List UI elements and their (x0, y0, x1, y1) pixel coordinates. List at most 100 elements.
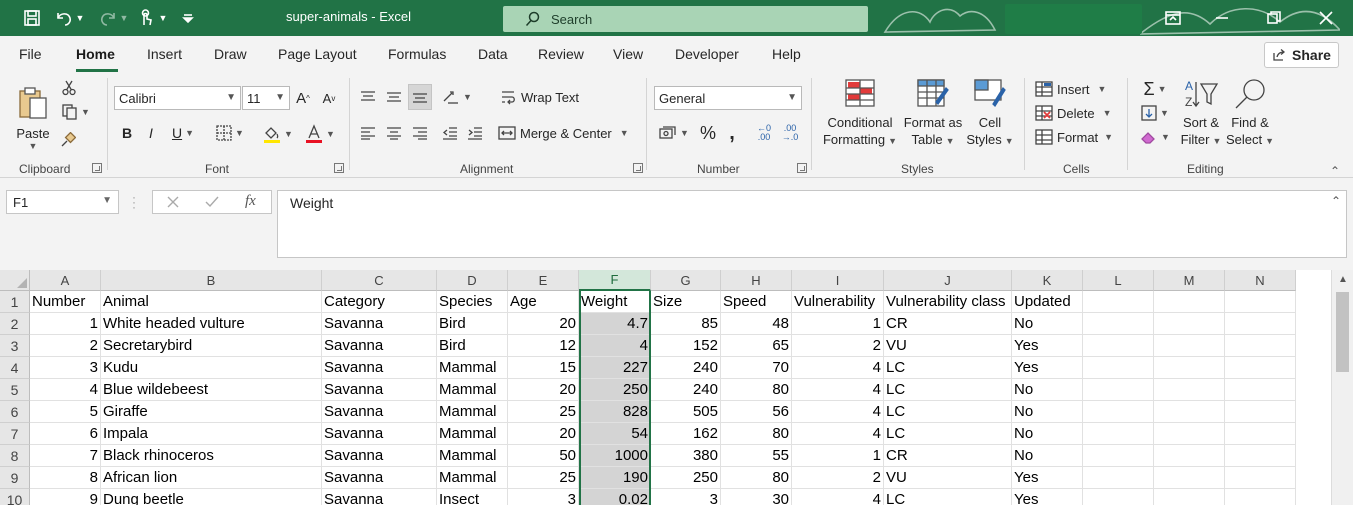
data-cell[interactable]: Yes (1012, 467, 1083, 489)
column-header-c[interactable]: C (322, 270, 437, 291)
empty-cell[interactable] (1083, 357, 1154, 379)
header-cell[interactable]: Species (437, 291, 508, 313)
data-cell[interactable]: 55 (721, 445, 792, 467)
empty-cell[interactable] (1154, 489, 1225, 505)
empty-cell[interactable] (1225, 379, 1296, 401)
data-cell[interactable]: 48 (721, 313, 792, 335)
data-cell[interactable]: No (1012, 313, 1083, 335)
clear-button[interactable]: ▼ (1137, 126, 1173, 148)
data-cell[interactable]: Mammal (437, 379, 508, 401)
data-cell[interactable]: LC (884, 357, 1012, 379)
column-header-a[interactable]: A (30, 270, 101, 291)
data-cell[interactable]: 80 (721, 467, 792, 489)
empty-cell[interactable] (1154, 467, 1225, 489)
empty-cell[interactable] (1083, 445, 1154, 467)
data-cell[interactable]: 15 (508, 357, 579, 379)
tab-view[interactable]: View (613, 46, 643, 62)
number-format-select[interactable]: General ▼ (654, 86, 802, 110)
data-cell[interactable]: 4 (30, 379, 101, 401)
column-header-i[interactable]: I (792, 270, 884, 291)
data-cell[interactable]: 65 (721, 335, 792, 357)
data-cell[interactable]: No (1012, 401, 1083, 423)
data-cell[interactable]: 4 (792, 423, 884, 445)
delete-cells-button[interactable]: Delete ▼ (1035, 102, 1115, 124)
empty-cell[interactable] (1083, 489, 1154, 505)
empty-cell[interactable] (1083, 291, 1154, 313)
fill-color-button[interactable]: ▼ (258, 122, 298, 146)
row-header-2[interactable]: 2 (0, 313, 30, 335)
row-header-10[interactable]: 10 (0, 489, 30, 505)
cut-icon[interactable] (60, 78, 78, 98)
data-cell[interactable]: 85 (651, 313, 721, 335)
empty-cell[interactable] (1083, 379, 1154, 401)
data-cell[interactable]: 70 (721, 357, 792, 379)
align-right-icon[interactable] (410, 122, 430, 144)
select-all-corner[interactable] (0, 270, 30, 291)
tab-insert[interactable]: Insert (147, 46, 182, 62)
data-cell[interactable]: 25 (508, 401, 579, 423)
data-cell[interactable]: Secretarybird (101, 335, 322, 357)
data-cell[interactable]: Savanna (322, 357, 437, 379)
minimize-icon[interactable] (1210, 6, 1234, 30)
data-cell[interactable]: Savanna (322, 379, 437, 401)
data-cell[interactable]: 2 (30, 335, 101, 357)
data-cell[interactable]: 12 (508, 335, 579, 357)
collapse-ribbon-icon[interactable]: ⌃ (1330, 164, 1340, 178)
format-cells-button[interactable]: Format ▼ (1035, 126, 1115, 148)
data-cell[interactable]: Savanna (322, 313, 437, 335)
empty-cell[interactable] (1083, 423, 1154, 445)
column-header-m[interactable]: M (1154, 270, 1225, 291)
data-cell[interactable]: Mammal (437, 357, 508, 379)
data-cell[interactable]: 162 (651, 423, 721, 445)
conditional-formatting-button[interactable]: Conditional Formatting ▼ (820, 78, 900, 158)
percent-style-button[interactable]: % (698, 122, 718, 144)
data-cell[interactable]: 50 (508, 445, 579, 467)
data-cell[interactable]: Bird (437, 313, 508, 335)
fill-button[interactable]: ▼ (1137, 102, 1173, 124)
header-cell[interactable]: Speed (721, 291, 792, 313)
data-cell[interactable]: VU (884, 467, 1012, 489)
insert-function-icon[interactable]: fx (245, 193, 256, 210)
data-cell[interactable]: No (1012, 379, 1083, 401)
empty-cell[interactable] (1225, 291, 1296, 313)
data-cell[interactable]: Giraffe (101, 401, 322, 423)
data-cell[interactable]: No (1012, 445, 1083, 467)
header-cell[interactable]: Number (30, 291, 101, 313)
data-cell[interactable]: 152 (651, 335, 721, 357)
bottom-align-icon[interactable] (408, 84, 432, 110)
column-header-k[interactable]: K (1012, 270, 1083, 291)
tab-formulas[interactable]: Formulas (388, 46, 446, 62)
data-cell[interactable]: VU (884, 335, 1012, 357)
data-cell[interactable]: 0.02 (579, 489, 651, 505)
wrap-text-button[interactable]: Wrap Text (500, 86, 584, 108)
accounting-format-button[interactable]: ▼ (656, 122, 692, 144)
row-header-1[interactable]: 1 (0, 291, 30, 313)
tab-review[interactable]: Review (538, 46, 584, 62)
data-cell[interactable]: CR (884, 445, 1012, 467)
empty-cell[interactable] (1225, 401, 1296, 423)
data-cell[interactable]: Yes (1012, 357, 1083, 379)
data-cell[interactable]: Impala (101, 423, 322, 445)
data-cell[interactable]: 828 (579, 401, 651, 423)
data-cell[interactable]: 250 (651, 467, 721, 489)
data-cell[interactable]: African lion (101, 467, 322, 489)
increase-decimal-button[interactable]: ←0.00 (752, 120, 776, 146)
column-header-g[interactable]: G (651, 270, 721, 291)
data-cell[interactable]: 240 (651, 379, 721, 401)
empty-cell[interactable] (1083, 401, 1154, 423)
row-header-3[interactable]: 3 (0, 335, 30, 357)
worksheet-grid[interactable]: ABCDEFGHIJKLMN 1 2 3 4 5 6 7 8 9 10 Number Animal C… (0, 270, 1353, 505)
data-cell[interactable]: Mammal (437, 401, 508, 423)
vertical-scrollbar[interactable]: ▲ (1331, 270, 1353, 505)
data-cell[interactable]: Savanna (322, 335, 437, 357)
merge-center-button[interactable]: Merge & Center ▼ (498, 122, 638, 144)
alignment-launcher[interactable] (633, 163, 643, 173)
data-cell[interactable]: 7 (30, 445, 101, 467)
data-cell[interactable]: Savanna (322, 423, 437, 445)
top-align-icon[interactable] (358, 86, 378, 108)
data-cell[interactable]: Savanna (322, 467, 437, 489)
restore-icon[interactable] (1262, 6, 1286, 30)
empty-cell[interactable] (1154, 313, 1225, 335)
data-cell[interactable]: 9 (30, 489, 101, 505)
italic-button[interactable]: I (142, 122, 160, 144)
